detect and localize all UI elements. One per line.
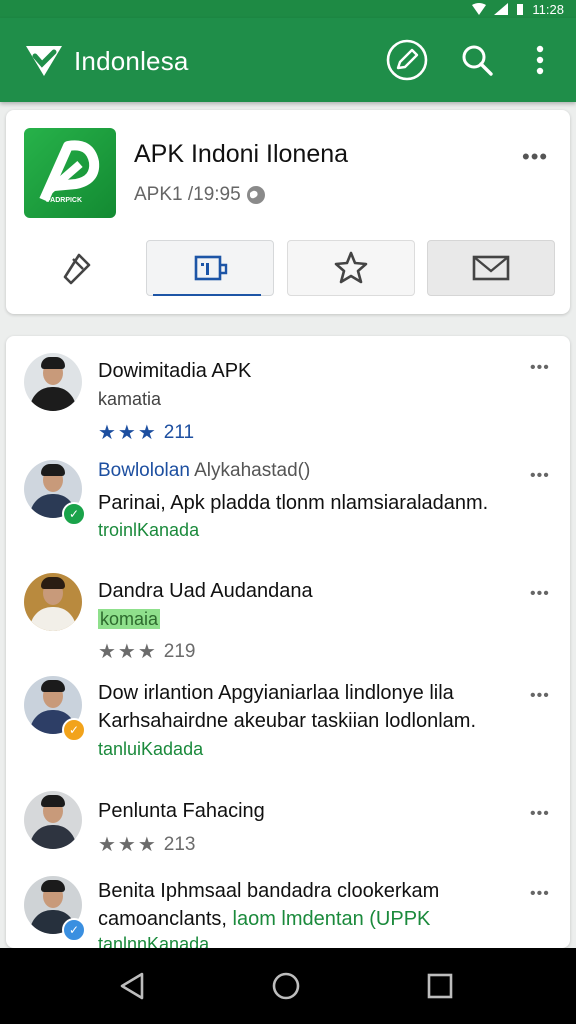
reviewer-name: Bowlololan Alykahastad() bbox=[98, 460, 311, 481]
app-name: APK Indoni Ilonena bbox=[134, 140, 349, 168]
star-icon bbox=[334, 251, 368, 284]
wifi-icon bbox=[472, 3, 487, 15]
home-icon bbox=[272, 972, 300, 1000]
verified-badge-icon: ✓ bbox=[62, 502, 86, 526]
app-more-button[interactable]: ••• bbox=[522, 146, 548, 168]
app-action-tabs bbox=[6, 240, 570, 296]
search-icon bbox=[462, 45, 493, 76]
review-more-button[interactable]: ••• bbox=[530, 688, 550, 704]
shield-check-logo bbox=[26, 46, 62, 76]
selected-tab-indicator bbox=[153, 294, 261, 296]
review-text: Karhsahairdne akeubar taskiian lodlonlam… bbox=[98, 710, 477, 732]
app-icon[interactable]: PADRPICK bbox=[24, 128, 116, 218]
review-text: komaia bbox=[98, 609, 161, 629]
reviewer-name: Dandra Uad Audandana bbox=[98, 580, 313, 602]
edit-circle-button[interactable] bbox=[385, 38, 429, 82]
app-bar: Indonlesa bbox=[0, 18, 576, 102]
avatar[interactable] bbox=[24, 353, 82, 411]
review-more-button[interactable]: ••• bbox=[530, 360, 550, 376]
star-rating-icon: ★★★ bbox=[98, 422, 158, 444]
rating: ★★★ 219 bbox=[98, 639, 196, 664]
share-icon bbox=[63, 253, 91, 285]
rating-count: 211 bbox=[163, 421, 195, 443]
tab-favorite[interactable] bbox=[287, 240, 415, 296]
review-text: Parinai, Apk pladda tlonm nlamsiaraladan… bbox=[98, 492, 489, 514]
avatar[interactable] bbox=[24, 791, 82, 849]
review-more-button[interactable]: ••• bbox=[530, 886, 550, 902]
mail-icon bbox=[472, 255, 510, 281]
app-logo-icon bbox=[39, 140, 100, 203]
tab-message[interactable] bbox=[427, 240, 555, 296]
app-subtitle: APK1 /19:95 bbox=[134, 184, 267, 206]
system-nav-bar bbox=[0, 948, 576, 1024]
more-options-button[interactable] bbox=[518, 38, 562, 82]
review-text: kamatia bbox=[98, 389, 162, 409]
rating: ★★★ 211 bbox=[98, 420, 194, 445]
avatar[interactable] bbox=[24, 573, 82, 631]
verified-badge-icon: ✓ bbox=[62, 918, 86, 942]
reviewer-name: Penlunta Fahacing bbox=[98, 800, 265, 822]
recents-icon bbox=[427, 973, 453, 999]
more-vert-icon bbox=[536, 45, 544, 75]
recents-button[interactable] bbox=[422, 968, 458, 1004]
app-version: APK1 /19:95 bbox=[134, 184, 241, 205]
app-icon-tag: PADRPICK bbox=[46, 197, 83, 204]
reviewer-name: Dow irlantion Apgyianiarlaa lindlonye li… bbox=[98, 682, 454, 704]
review-text: camoanclants, laom lmdentan (UPPK bbox=[98, 908, 431, 930]
info-icon bbox=[194, 255, 228, 281]
star-rating-icon: ★★★ bbox=[98, 641, 158, 663]
review-location: tanlnnKanada bbox=[98, 934, 210, 948]
search-button[interactable] bbox=[455, 38, 499, 82]
review-more-button[interactable]: ••• bbox=[530, 806, 550, 822]
clock: 11:28 bbox=[532, 1, 564, 17]
signal-icon bbox=[494, 3, 509, 15]
review-more-button[interactable]: ••• bbox=[530, 468, 550, 484]
rating: ★★★ 213 bbox=[98, 832, 196, 857]
reviewer-name: Benita Iphmsaal bandadra clookerkam bbox=[98, 880, 440, 902]
verified-badge-icon: ✓ bbox=[62, 718, 86, 742]
review-list: Dowimitadia APK kamatia ★★★ 211 ••• ✓ Bo… bbox=[6, 336, 570, 948]
review-location: troinlKanada bbox=[98, 520, 200, 540]
reviewer-name: Dowimitadia APK bbox=[98, 360, 252, 382]
back-button[interactable] bbox=[114, 968, 150, 1004]
rating-count: 213 bbox=[163, 833, 196, 855]
battery-icon bbox=[517, 4, 524, 15]
review-more-button[interactable]: ••• bbox=[530, 586, 550, 602]
home-button[interactable] bbox=[268, 968, 304, 1004]
tab-share[interactable] bbox=[14, 240, 140, 294]
back-icon bbox=[120, 972, 144, 1000]
app-detail-card: PADRPICK APK Indoni Ilonena APK1 /19:95 … bbox=[6, 110, 570, 314]
star-rating-icon: ★★★ bbox=[98, 834, 158, 856]
globe-icon bbox=[246, 186, 265, 204]
rating-count: 219 bbox=[163, 640, 196, 662]
review-location: tanluiKadada bbox=[98, 739, 204, 759]
tab-info[interactable] bbox=[146, 240, 274, 296]
status-bar: 11:28 bbox=[0, 0, 576, 18]
edit-circle-icon bbox=[386, 39, 428, 81]
app-title: Indonlesa bbox=[74, 46, 189, 76]
